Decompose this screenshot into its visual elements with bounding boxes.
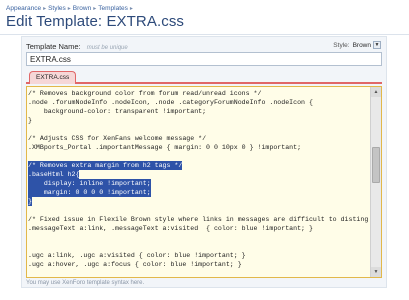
code-line-text: .node .forumNodeInfo .nodeIcon, .node .c… xyxy=(28,99,313,106)
code-line-text: margin: 0 0 0 0 !important; xyxy=(28,188,151,197)
code-line-text: display: inline !important; xyxy=(28,179,151,188)
style-value[interactable]: Brown xyxy=(353,42,371,49)
code-line[interactable]: /* Removes extra margin from h2 tags */ xyxy=(28,161,368,170)
code-line-text: /* Adjusts CSS for XenFans welcome messa… xyxy=(28,135,207,142)
code-line[interactable]: } xyxy=(28,116,368,125)
code-line-text: /* Removes background color from forum r… xyxy=(28,90,262,97)
code-line-text: .XMBports_Portal .importantMessage { mar… xyxy=(28,144,302,151)
breadcrumb-templates[interactable]: Templates xyxy=(98,5,128,12)
code-line[interactable]: /* Fixed issue in Flexile Brown style wh… xyxy=(28,215,368,224)
code-line[interactable]: .ugc a:hover, .ugc a:focus { color: blue… xyxy=(28,260,368,269)
template-tabs: EXTRA.css xyxy=(26,71,382,84)
breadcrumb-arrow-icon: ▸ xyxy=(129,5,133,12)
editor-scrollbar[interactable]: ▲ ▼ xyxy=(370,87,381,277)
arrow-up-icon[interactable]: ▲ xyxy=(371,87,381,97)
breadcrumb: Appearance ▸ Styles ▸ Brown ▸ Templates … xyxy=(6,3,135,13)
tab-extra-css[interactable]: EXTRA.css xyxy=(29,71,77,84)
code-line[interactable] xyxy=(28,242,368,251)
code-line[interactable]: .node .forumNodeInfo .nodeIcon, .node .c… xyxy=(28,98,368,107)
code-line[interactable]: background-color: transparent !important… xyxy=(28,107,368,116)
template-name-label: Template Name: must be unique xyxy=(26,42,128,51)
template-code-editor[interactable]: /* Removes background color from forum r… xyxy=(26,86,382,278)
breadcrumb-arrow-icon: ▸ xyxy=(93,5,97,12)
breadcrumb-appearance[interactable]: Appearance xyxy=(6,5,41,12)
code-line[interactable]: display: inline !important; xyxy=(28,179,368,188)
code-line[interactable]: /* Adjusts CSS for XenFans welcome messa… xyxy=(28,134,368,143)
template-name-label-text: Template Name: xyxy=(26,42,81,51)
code-line-text: /* Fixed issue in Flexile Brown style wh… xyxy=(28,216,368,223)
code-line-text: .baseHtml h2{ xyxy=(28,170,80,179)
code-line-text: } xyxy=(28,117,32,124)
title-divider xyxy=(0,34,409,35)
code-line[interactable] xyxy=(28,152,368,161)
code-line[interactable]: .ugc a:link, .ugc a:visited { color: blu… xyxy=(28,251,368,260)
code-line[interactable] xyxy=(28,233,368,242)
code-line[interactable]: /* Removes background color from forum r… xyxy=(28,89,368,98)
page-title: Edit Template: EXTRA.css xyxy=(6,13,185,30)
template-name-hint: must be unique xyxy=(86,45,128,51)
code-content[interactable]: /* Removes background color from forum r… xyxy=(28,89,368,277)
template-form: Template Name: must be unique Style: Bro… xyxy=(21,36,387,288)
style-label: Style: xyxy=(333,41,350,49)
code-line[interactable] xyxy=(28,269,368,277)
code-line-text: background-color: transparent !important… xyxy=(28,108,207,115)
style-chooser[interactable]: Style: Brown ▼ xyxy=(333,41,381,49)
breadcrumb-styles[interactable]: Styles xyxy=(48,5,66,12)
code-line-text: .ugc a:link, .ugc a:visited { color: blu… xyxy=(28,252,246,259)
breadcrumb-arrow-icon: ▸ xyxy=(67,5,71,12)
code-line[interactable] xyxy=(28,206,368,215)
code-line[interactable]: .XMBports_Portal .importantMessage { mar… xyxy=(28,143,368,152)
code-line[interactable]: .messageText a:link, .messageText a:visi… xyxy=(28,224,368,233)
code-line[interactable]: } xyxy=(28,197,368,206)
code-line-text: /* Removes extra margin from h2 tags */ xyxy=(28,161,183,170)
code-line[interactable]: margin: 0 0 0 0 !important; xyxy=(28,188,368,197)
breadcrumb-arrow-icon: ▸ xyxy=(43,5,47,12)
scrollbar-thumb[interactable] xyxy=(372,147,380,183)
code-line-text: .messageText a:link, .messageText a:visi… xyxy=(28,225,313,232)
breadcrumb-brown[interactable]: Brown xyxy=(73,5,91,12)
syntax-note: You may use XenForo template syntax here… xyxy=(26,280,145,286)
code-line-text: .ugc a:hover, .ugc a:focus { color: blue… xyxy=(28,261,242,268)
arrow-down-icon[interactable]: ▼ xyxy=(371,267,381,277)
code-line-text: } xyxy=(28,197,32,206)
template-name-input[interactable]: EXTRA.css xyxy=(26,52,382,66)
chevron-down-icon[interactable]: ▼ xyxy=(373,41,381,49)
code-line[interactable]: .baseHtml h2{ xyxy=(28,170,368,179)
code-line[interactable] xyxy=(28,125,368,134)
